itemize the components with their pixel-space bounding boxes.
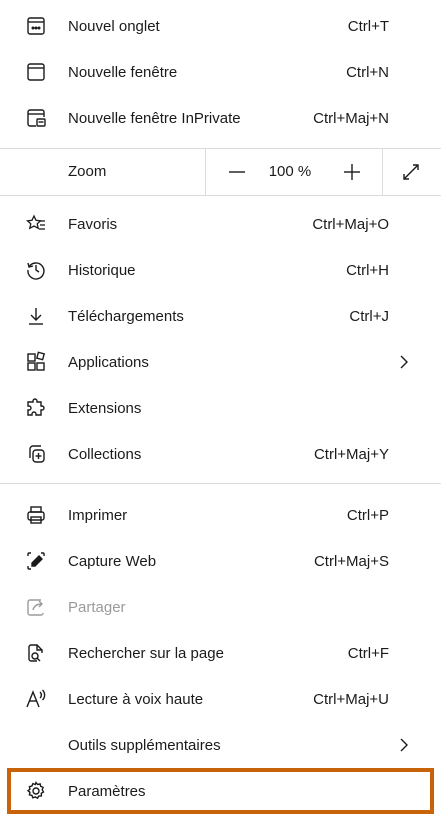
menu-item-extensions[interactable]: Extensions	[0, 385, 441, 431]
zoom-row: Zoom 100 %	[0, 149, 441, 195]
zoom-divider	[205, 149, 206, 195]
menu-item-label: Imprimer	[68, 506, 128, 524]
minus-icon	[229, 171, 245, 173]
history-icon	[24, 258, 48, 282]
menu-item-applications[interactable]: Applications	[0, 339, 441, 385]
menu-item-history[interactable]: Historique Ctrl+H	[0, 247, 441, 293]
menu-item-shortcut: Ctrl+N	[346, 63, 389, 81]
browser-settings-menu: Nouvel onglet Ctrl+T Nouvelle fenêtre Ct…	[0, 0, 441, 817]
menu-item-label: Extensions	[68, 399, 142, 417]
favorites-icon	[24, 212, 48, 236]
menu-item-new-tab[interactable]: Nouvel onglet Ctrl+T	[0, 3, 441, 49]
menu-item-label: Lecture à voix haute	[68, 690, 204, 708]
chevron-right-icon	[400, 738, 408, 752]
new-window-icon	[24, 60, 48, 84]
menu-item-shortcut: Ctrl+Maj+N	[313, 109, 389, 127]
zoom-value: 100 %	[268, 163, 312, 180]
menu-item-label: Nouvelle fenêtre InPrivate	[68, 109, 241, 127]
menu-item-find-on-page[interactable]: Rechercher sur la page Ctrl+F	[0, 630, 441, 676]
web-capture-icon	[24, 549, 48, 573]
settings-icon	[24, 779, 48, 803]
menu-item-label: Rechercher sur la page	[68, 644, 224, 662]
chevron-right-icon	[400, 355, 408, 369]
menu-divider	[0, 483, 441, 484]
menu-item-favorites[interactable]: Favoris Ctrl+Maj+O	[0, 201, 441, 247]
collections-icon	[24, 442, 48, 466]
menu-item-settings[interactable]: Paramètres	[0, 768, 441, 814]
menu-item-share: Partager	[0, 584, 441, 630]
menu-item-print[interactable]: Imprimer Ctrl+P	[0, 492, 441, 538]
new-tab-icon	[24, 14, 48, 38]
menu-item-label: Historique	[68, 261, 136, 279]
fullscreen-button[interactable]	[397, 158, 425, 186]
fullscreen-icon	[403, 164, 419, 180]
menu-item-shortcut: Ctrl+F	[347, 644, 389, 662]
menu-item-shortcut: Ctrl+J	[349, 307, 389, 325]
menu-item-shortcut: Ctrl+P	[346, 506, 389, 524]
downloads-icon	[24, 304, 48, 328]
menu-item-shortcut: Ctrl+Maj+S	[313, 552, 389, 570]
menu-item-shortcut: Ctrl+Maj+O	[312, 215, 389, 233]
zoom-in-button[interactable]	[338, 158, 366, 186]
menu-item-new-inprivate-window[interactable]: Nouvelle fenêtre InPrivate Ctrl+Maj+N	[0, 95, 441, 141]
menu-item-label: Applications	[68, 353, 149, 371]
applications-icon	[24, 350, 48, 374]
menu-item-label: Téléchargements	[68, 307, 184, 325]
menu-item-shortcut: Ctrl+T	[347, 17, 389, 35]
share-icon	[24, 595, 48, 619]
menu-item-new-window[interactable]: Nouvelle fenêtre Ctrl+N	[0, 49, 441, 95]
menu-item-web-capture[interactable]: Capture Web Ctrl+Maj+S	[0, 538, 441, 584]
menu-item-label: Outils supplémentaires	[68, 736, 221, 754]
menu-item-downloads[interactable]: Téléchargements Ctrl+J	[0, 293, 441, 339]
read-aloud-icon	[24, 687, 48, 711]
plus-icon	[344, 164, 360, 180]
menu-divider	[0, 195, 441, 196]
menu-item-label: Nouvelle fenêtre	[68, 63, 178, 81]
menu-item-shortcut: Ctrl+H	[346, 261, 389, 279]
menu-item-collections[interactable]: Collections Ctrl+Maj+Y	[0, 431, 441, 477]
menu-item-read-aloud[interactable]: Lecture à voix haute Ctrl+Maj+U	[0, 676, 441, 722]
extensions-icon	[24, 396, 48, 420]
menu-item-label: Partager	[68, 598, 126, 616]
menu-item-label: Favoris	[68, 215, 118, 233]
menu-item-shortcut: Ctrl+Maj+U	[313, 690, 389, 708]
zoom-divider	[382, 149, 383, 195]
find-on-page-icon	[24, 641, 48, 665]
zoom-out-button[interactable]	[223, 158, 251, 186]
menu-item-shortcut: Ctrl+Maj+Y	[313, 445, 389, 463]
menu-item-label: Capture Web	[68, 552, 157, 570]
inprivate-window-icon	[24, 106, 48, 130]
menu-item-label: Nouvel onglet	[68, 17, 160, 35]
zoom-label: Zoom	[68, 163, 107, 180]
menu-item-label: Paramètres	[68, 782, 146, 800]
menu-item-more-tools[interactable]: Outils supplémentaires	[0, 722, 441, 768]
menu-item-label: Collections	[68, 445, 142, 463]
print-icon	[24, 503, 48, 527]
